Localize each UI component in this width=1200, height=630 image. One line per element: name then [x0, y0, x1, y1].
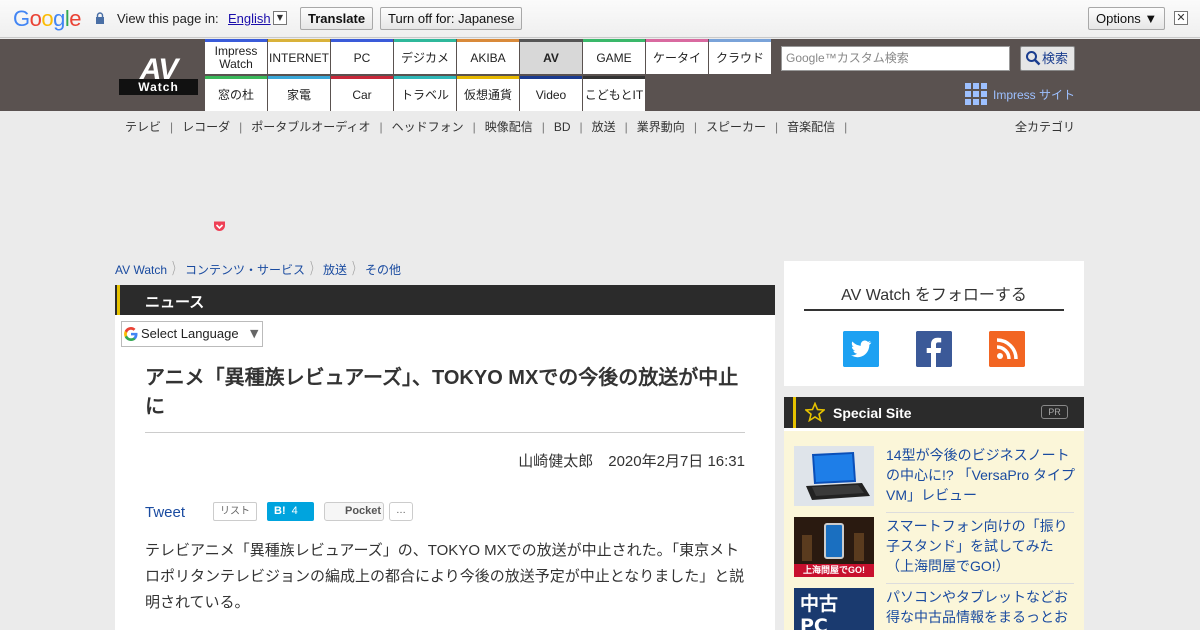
- translate-bar: Google View this page in: English ▼ Tran…: [0, 0, 1200, 38]
- language-dropdown-icon[interactable]: ▼: [273, 11, 287, 25]
- subnav-item[interactable]: テレビ: [116, 118, 170, 135]
- hatena-label: B!: [274, 505, 286, 517]
- special-site-header: Special Site PR: [784, 397, 1084, 428]
- nav-travel[interactable]: トラベル: [394, 76, 456, 111]
- special-item-title: 14型が今後のビジネスノートの中心に!? 「VersaPro タイプVM」レビュ…: [886, 447, 1076, 503]
- subnav-separator: |: [844, 120, 848, 134]
- more-share-button[interactable]: …: [389, 502, 413, 521]
- follow-box: AV Watch をフォローする: [784, 261, 1084, 386]
- facebook-icon[interactable]: [916, 331, 952, 367]
- nav-kodomo-it[interactable]: こどもとIT: [583, 76, 645, 111]
- hatena-bookmark-button[interactable]: B! 4: [267, 502, 314, 521]
- special-item-title: パソコンやタブレットなどお得な中古品情報をまるっとお: [886, 589, 1068, 625]
- star-icon: [805, 402, 825, 422]
- nav-keitai[interactable]: ケータイ: [646, 39, 708, 74]
- article-byline: 山崎健太郎 2020年2月7日 16:31: [518, 453, 745, 470]
- special-site-box: Special Site PR 14型が今後のビジネスノートの中心に!? 「Ve…: [784, 397, 1084, 630]
- pocket-button[interactable]: Pocket: [324, 502, 384, 521]
- category-nav: Impress Watch INTERNET PC デジカメ AKIBA AV …: [205, 39, 771, 111]
- nav-av[interactable]: AV: [520, 39, 582, 74]
- subnav-item[interactable]: BD: [545, 120, 580, 134]
- nav-pc[interactable]: PC: [331, 39, 393, 74]
- subnav-item[interactable]: 映像配信: [476, 118, 542, 135]
- pr-badge: PR: [1041, 405, 1068, 419]
- options-button[interactable]: Options ▼: [1088, 7, 1166, 30]
- lock-icon: [96, 12, 104, 24]
- twitter-icon[interactable]: [843, 331, 879, 367]
- nav-kaden[interactable]: 家電: [268, 76, 330, 111]
- list-button[interactable]: リスト: [213, 502, 257, 521]
- special-item[interactable]: 上海問屋でGO! スマートフォン向けの「振り子スタンド」を試してみた（上海問屋で…: [794, 502, 1074, 584]
- rss-icon[interactable]: [989, 331, 1025, 367]
- language-link[interactable]: English: [228, 11, 271, 26]
- hatena-count: 4: [291, 505, 298, 517]
- article-headline: アニメ「異種族レビュアーズ」、TOKYO MXでの今後の放送が中止に: [145, 367, 739, 418]
- special-accent: [793, 397, 796, 428]
- article-body: テレビアニメ「異種族レビュアーズ」の、TOKYO MXでの放送が中止された。「東…: [145, 542, 745, 611]
- subnav-item[interactable]: 放送: [583, 118, 625, 135]
- special-item-title: スマートフォン向けの「振り子スタンド」を試してみた（上海問屋でGO!）: [886, 518, 1068, 574]
- translate-button[interactable]: Translate: [300, 7, 374, 30]
- nav-digicame[interactable]: デジカメ: [394, 39, 456, 74]
- special-item[interactable]: 中古PC パソコンやタブレットなどお得な中古品情報をまるっとお: [794, 573, 1074, 630]
- google-logo: Google: [13, 6, 82, 31]
- subnav-item[interactable]: レコーダ: [173, 118, 239, 135]
- nav-game[interactable]: GAME: [583, 39, 645, 74]
- breadcrumb-link[interactable]: その他: [365, 261, 401, 278]
- used-pc-thumbnail: 中古PC: [794, 588, 874, 630]
- breadcrumb-chevron-icon: 〉: [310, 261, 319, 278]
- special-site-list: 14型が今後のビジネスノートの中心に!? 「VersaPro タイプVM」レビュ…: [784, 431, 1084, 630]
- follow-title: AV Watch をフォローする: [841, 287, 1027, 304]
- subnav-item[interactable]: ポータブルオーディオ: [242, 118, 379, 135]
- breadcrumb-link[interactable]: コンテンツ・サービス: [185, 261, 305, 278]
- av-watch-logo[interactable]: AV Watch: [119, 53, 198, 96]
- nav-akiba[interactable]: AKIBA: [457, 39, 519, 74]
- nav-cloud[interactable]: クラウド: [709, 39, 771, 74]
- search-icon: [1026, 51, 1041, 66]
- sub-navigation: テレビ | レコーダ | ポータブルオーディオ | ヘッドフォン | 映像配信 | BD | 放送 | 業界…: [116, 118, 847, 135]
- subnav-item[interactable]: ヘッドフォン: [383, 118, 473, 135]
- headline-divider: [145, 432, 745, 433]
- section-accent: [117, 285, 120, 315]
- all-categories-link[interactable]: 全カテゴリ: [1015, 118, 1075, 135]
- special-item[interactable]: 14型が今後のビジネスノートの中心に!? 「VersaPro タイプVM」レビュ…: [794, 431, 1075, 513]
- google-g-icon: [124, 327, 138, 341]
- breadcrumb-link[interactable]: AV Watch: [115, 263, 167, 277]
- tweet-link[interactable]: Tweet: [145, 504, 185, 521]
- subnav-item[interactable]: スピーカー: [697, 118, 775, 135]
- subnav-item[interactable]: 音楽配信: [778, 118, 844, 135]
- breadcrumb-chevron-icon: 〉: [172, 261, 181, 278]
- breadcrumb: AV Watch 〉コンテンツ・サービス〉放送〉その他: [115, 255, 401, 279]
- nav-crypto[interactable]: 仮想通貨: [457, 76, 519, 111]
- search-input[interactable]: Google™カスタム検索: [781, 46, 1010, 71]
- nav-impress-watch[interactable]: Impress Watch: [205, 39, 267, 74]
- section-header: ニュース: [115, 285, 775, 315]
- breadcrumb-chevron-icon: 〉: [352, 261, 361, 278]
- nav-video[interactable]: Video: [520, 76, 582, 111]
- special-site-title: Special Site: [833, 405, 912, 421]
- nav-car[interactable]: Car: [331, 76, 393, 111]
- nav-madonomori[interactable]: 窓の杜: [205, 76, 267, 111]
- turn-off-button[interactable]: Turn off for: Japanese: [380, 7, 523, 30]
- nav-internet[interactable]: INTERNET: [268, 39, 330, 74]
- laptop-thumbnail: [794, 446, 874, 506]
- stand-thumbnail: 上海問屋でGO!: [794, 517, 874, 577]
- follow-divider: [804, 309, 1064, 311]
- pocket-icon: [214, 221, 225, 231]
- impress-site-link[interactable]: Impress サイト: [993, 86, 1075, 103]
- logo-watch-text: Watch: [119, 79, 198, 95]
- subnav-item[interactable]: 業界動向: [628, 118, 694, 135]
- view-page-label: View this page in:: [117, 11, 219, 26]
- close-icon[interactable]: ✕: [1174, 11, 1188, 25]
- thumb-caption: 中古PC: [800, 593, 839, 630]
- language-select-arrow[interactable]: ▼: [250, 327, 258, 340]
- section-title: ニュース: [145, 294, 205, 311]
- grid-icon[interactable]: [965, 83, 987, 105]
- breadcrumb-link[interactable]: 放送: [323, 261, 347, 278]
- language-select[interactable]: Select Language: [121, 321, 263, 347]
- article: ニュース Select Language アニメ「異種族レビュアーズ」、TOKY…: [115, 285, 775, 630]
